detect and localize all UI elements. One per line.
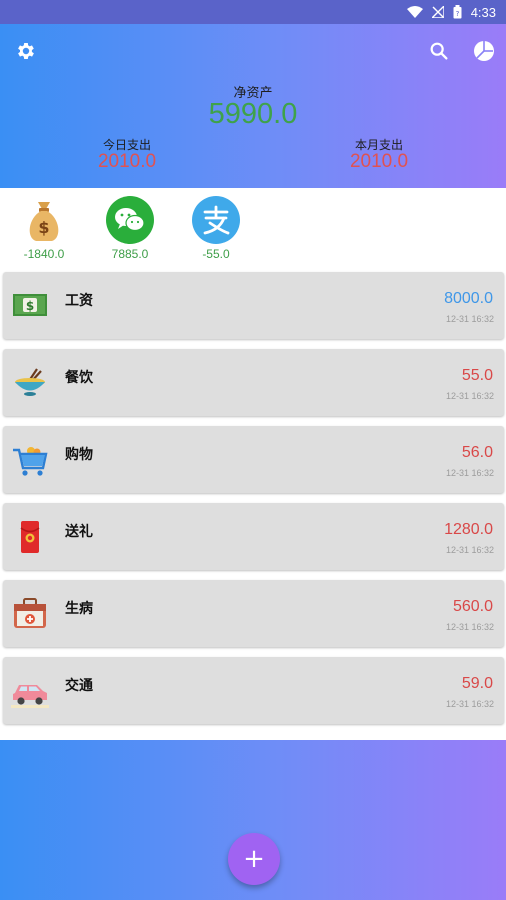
- category-name: 购物: [65, 447, 93, 463]
- shopping-cart-icon: [11, 442, 49, 478]
- record-amount: 1280.0: [444, 521, 493, 538]
- category-name: 交通: [65, 678, 93, 694]
- today-expense-value: 2010.0: [97, 151, 157, 172]
- cash-icon: $: [11, 288, 49, 324]
- account-balance: 7885.0: [111, 247, 149, 261]
- money-bag-icon: $: [20, 196, 68, 244]
- status-bar: ? 4:33: [0, 0, 506, 24]
- record-amount: 56.0: [461, 444, 493, 461]
- record-amount: 8000.0: [444, 290, 493, 307]
- record-row[interactable]: 生病 560.0 12-31 16:32: [3, 580, 504, 647]
- month-expense-value: 2010.0: [349, 151, 409, 172]
- battery-icon: ?: [453, 5, 462, 19]
- status-time: 4:33: [470, 4, 496, 20]
- red-envelope-icon: [11, 519, 49, 555]
- record-time: 12-31 16:32: [445, 391, 494, 401]
- account-strip: $ -1840.0 7885.0 -55.0: [0, 188, 506, 268]
- food-bowl-icon: [11, 365, 49, 401]
- account-balance: -1840.0: [23, 247, 65, 261]
- category-name: 送礼: [65, 524, 93, 540]
- category-name: 生病: [65, 601, 93, 617]
- record-row[interactable]: 送礼 1280.0 12-31 16:32: [3, 503, 504, 570]
- no-signal-icon: [431, 6, 444, 18]
- search-icon[interactable]: [428, 40, 450, 62]
- record-time: 12-31 16:32: [445, 545, 494, 555]
- record-amount: 560.0: [452, 598, 493, 615]
- svg-text:$: $: [26, 299, 34, 313]
- content-area: $ -1840.0 7885.0 -55.0 $ 工资 8000.0 12-31…: [0, 188, 506, 740]
- account-balance: -55.0: [202, 247, 230, 261]
- record-row[interactable]: 购物 56.0 12-31 16:32: [3, 426, 504, 493]
- account-wechat[interactable]: 7885.0: [92, 196, 168, 261]
- header: 净资产 5990.0 今日支出 2010.0 本月支出 2010.0: [0, 24, 506, 188]
- svg-text:?: ?: [455, 10, 459, 18]
- record-time: 12-31 16:32: [445, 468, 494, 478]
- record-time: 12-31 16:32: [445, 699, 494, 709]
- category-name: 工资: [65, 293, 93, 309]
- wechat-icon: [106, 196, 154, 244]
- account-alipay[interactable]: -55.0: [178, 196, 254, 261]
- record-row[interactable]: 餐饮 55.0 12-31 16:32: [3, 349, 504, 416]
- alipay-icon: [192, 196, 240, 244]
- category-name: 餐饮: [65, 370, 93, 386]
- car-icon: [11, 673, 49, 709]
- svg-text:$: $: [38, 218, 49, 237]
- net-assets-value: 5990.0: [208, 98, 298, 130]
- record-list: $ 工资 8000.0 12-31 16:32 餐饮 55.0 12-31 16…: [3, 272, 504, 734]
- account-cash[interactable]: $ -1840.0: [6, 196, 82, 261]
- record-amount: 59.0: [461, 675, 493, 692]
- pie-chart-icon[interactable]: [472, 39, 496, 63]
- medical-kit-icon: [11, 596, 49, 632]
- record-row[interactable]: 交通 59.0 12-31 16:32: [3, 657, 504, 724]
- add-record-button[interactable]: +: [228, 833, 280, 885]
- settings-icon[interactable]: [15, 40, 37, 62]
- record-time: 12-31 16:32: [445, 622, 494, 632]
- plus-icon: +: [243, 844, 265, 874]
- record-amount: 55.0: [461, 367, 493, 384]
- wifi-icon: [406, 6, 423, 18]
- record-time: 12-31 16:32: [445, 314, 494, 324]
- record-row[interactable]: $ 工资 8000.0 12-31 16:32: [3, 272, 504, 339]
